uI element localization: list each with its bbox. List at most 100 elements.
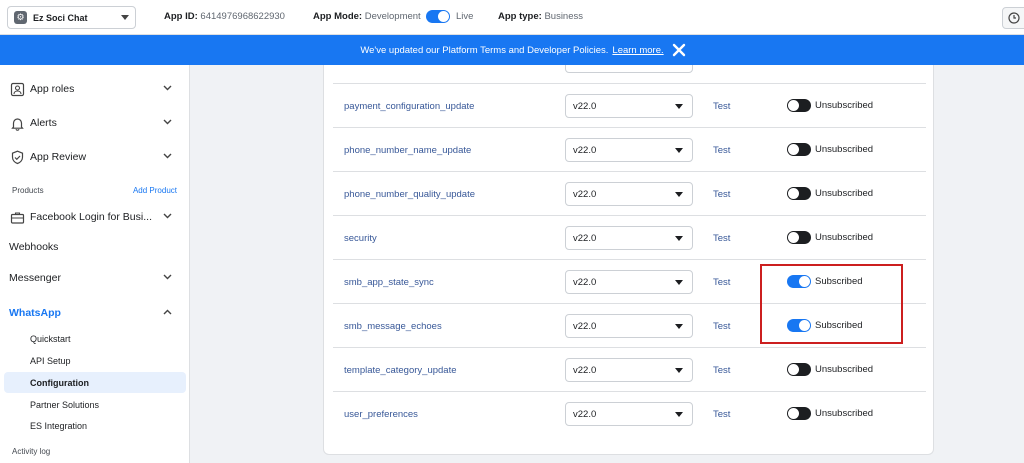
field-name: template_category_update <box>344 365 457 376</box>
briefcase-icon <box>9 209 25 225</box>
shield-check-icon <box>9 149 25 165</box>
highlight-box <box>760 264 903 344</box>
version-select[interactable]: v22.0 <box>565 402 693 426</box>
test-button[interactable]: Test <box>713 101 730 112</box>
sidebar-item-label: Alerts <box>30 117 57 129</box>
sidebar-item-label: App Review <box>30 151 87 163</box>
subscribe-toggle[interactable] <box>787 187 811 200</box>
field-name: smb_app_state_sync <box>344 277 434 288</box>
version-value: v22.0 <box>573 100 597 112</box>
table-row: payment_configuration_update v22.0 Test … <box>333 83 926 127</box>
app-type-value: Business <box>544 11 584 22</box>
chevron-down-icon <box>121 15 129 20</box>
subscribe-status: Unsubscribed <box>815 364 874 375</box>
sidebar-subitem-quickstart[interactable]: Quickstart <box>4 328 186 349</box>
subscribe-status: Unsubscribed <box>815 408 874 419</box>
sidebar-subitem-es-integration[interactable]: ES Integration <box>4 415 186 436</box>
test-button[interactable]: Test <box>713 145 730 156</box>
version-select[interactable]: v22.0 <box>565 138 693 162</box>
subscribe-control: Unsubscribed <box>787 99 873 112</box>
version-value: v22.0 <box>573 320 597 332</box>
chevron-down-icon <box>163 274 172 280</box>
top-bar: ⚙ Ez Soci Chat App ID: 6414976968622930 … <box>0 0 1024 35</box>
version-select[interactable]: v22.0 <box>565 358 693 382</box>
app-type: App type: Business <box>498 11 583 22</box>
subscribe-status: Unsubscribed <box>815 232 874 243</box>
sidebar-item-label: App roles <box>30 83 75 95</box>
table-row: phone_number_name_update v22.0 Test Unsu… <box>333 127 926 171</box>
sidebar-item-label: Facebook Login for Busi... <box>30 211 152 223</box>
sidebar-item-alerts[interactable]: Alerts <box>0 108 190 138</box>
version-value: v22.0 <box>573 364 597 376</box>
sidebar-item-webhooks[interactable]: Webhooks <box>0 232 190 262</box>
chevron-up-icon <box>163 309 172 315</box>
sidebar-item-app-roles[interactable]: App roles <box>0 74 190 104</box>
subscribe-toggle[interactable] <box>787 99 811 112</box>
chevron-down-icon <box>675 368 683 373</box>
version-select[interactable]: v22.0 <box>565 270 693 294</box>
chevron-down-icon <box>163 85 172 91</box>
app-type-label: App type: <box>498 11 542 22</box>
app-id: App ID: 6414976968622930 <box>164 11 285 22</box>
test-button[interactable]: Test <box>713 189 730 200</box>
app-selector[interactable]: ⚙ Ez Soci Chat <box>7 6 136 29</box>
activity-log-label: Activity log <box>12 447 51 456</box>
test-button[interactable]: Test <box>713 321 730 332</box>
banner-learn-more-link[interactable]: Learn more. <box>612 45 663 56</box>
subscribe-toggle[interactable] <box>787 143 811 156</box>
sidebar-subitem-api-setup[interactable]: API Setup <box>4 350 186 371</box>
field-name: security <box>344 233 377 244</box>
subscribe-control: Unsubscribed <box>787 407 873 420</box>
live-label: Live <box>455 11 474 23</box>
subscribe-toggle[interactable] <box>787 363 811 376</box>
version-select[interactable]: v22.0 <box>565 94 693 118</box>
sidebar-subitem-partner-solutions[interactable]: Partner Solutions <box>4 394 186 415</box>
version-select[interactable]: v22.0 <box>565 314 693 338</box>
policy-banner: We've updated our Platform Terms and Dev… <box>0 35 1024 65</box>
sidebar-item-app-review[interactable]: App Review <box>0 142 190 172</box>
app-name: Ez Soci Chat <box>33 12 88 23</box>
app-id-label: App ID: <box>164 11 198 22</box>
app-mode-value: Development <box>364 11 421 23</box>
test-button[interactable]: Test <box>713 277 730 288</box>
version-value: v22.0 <box>573 232 597 244</box>
chevron-down-icon <box>675 192 683 197</box>
table-row: phone_number_quality_update v22.0 Test U… <box>333 171 926 215</box>
version-select[interactable]: v22.0 <box>565 226 693 250</box>
add-product-link[interactable]: Add Product <box>133 186 177 195</box>
sidebar-item-whatsapp[interactable]: WhatsApp <box>0 298 190 328</box>
app-gear-icon: ⚙ <box>14 11 27 24</box>
version-select[interactable]: v22.0 <box>565 182 693 206</box>
version-value: v22.0 <box>573 276 597 288</box>
app-mode-toggle[interactable] <box>426 10 451 23</box>
version-value: v22.0 <box>573 144 597 156</box>
sidebar-item-label: WhatsApp <box>9 307 61 319</box>
version-value: v22.0 <box>573 188 597 200</box>
clock-button[interactable] <box>1002 7 1024 29</box>
chevron-down-icon <box>675 148 683 153</box>
chevron-down-icon <box>675 324 683 329</box>
sidebar-item-messenger[interactable]: Messenger <box>0 263 190 293</box>
subscribe-toggle[interactable] <box>787 231 811 244</box>
chevron-down-icon <box>163 213 172 219</box>
bell-icon <box>9 115 25 131</box>
test-button[interactable]: Test <box>713 365 730 376</box>
field-name: smb_message_echoes <box>344 321 442 332</box>
test-button[interactable]: Test <box>713 409 730 420</box>
close-icon[interactable] <box>671 42 687 58</box>
app-mode-label: App Mode: <box>313 11 363 23</box>
table-row: template_category_update v22.0 Test Unsu… <box>333 347 926 391</box>
version-select-partial[interactable] <box>565 65 693 73</box>
chevron-down-icon <box>675 280 683 285</box>
field-name: phone_number_quality_update <box>344 189 475 200</box>
subscribe-toggle[interactable] <box>787 407 811 420</box>
subscribe-control: Unsubscribed <box>787 231 873 244</box>
field-name: user_preferences <box>344 409 418 420</box>
sidebar-item-facebook-login[interactable]: Facebook Login for Busi... <box>0 202 190 232</box>
subscribe-control: Unsubscribed <box>787 143 873 156</box>
chevron-down-icon <box>675 104 683 109</box>
subscribe-control: Unsubscribed <box>787 363 873 376</box>
test-button[interactable]: Test <box>713 233 730 244</box>
version-value: v22.0 <box>573 408 597 420</box>
sidebar-subitem-configuration[interactable]: Configuration <box>4 372 186 393</box>
